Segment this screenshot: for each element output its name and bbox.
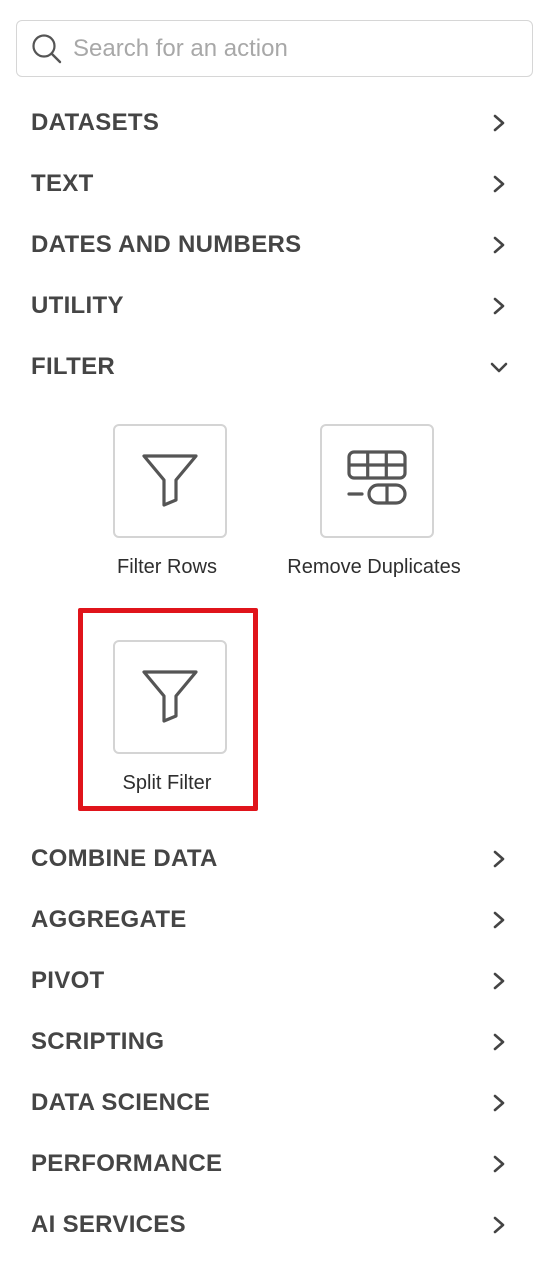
remove-duplicates-button[interactable]: [320, 424, 434, 538]
category-label: PIVOT: [31, 967, 105, 994]
chevron-right-icon: [489, 971, 509, 991]
remove-duplicates-label: Remove Duplicates: [287, 556, 461, 578]
funnel-icon: [139, 450, 201, 513]
category-label: UTILITY: [31, 292, 124, 319]
search-icon: [30, 32, 64, 66]
chevron-down-icon: [489, 357, 509, 377]
category-pivot[interactable]: PIVOT: [31, 957, 511, 1005]
chevron-right-icon: [489, 113, 509, 133]
category-filter[interactable]: FILTER: [31, 343, 511, 391]
category-combine-data[interactable]: COMBINE DATA: [31, 835, 511, 883]
search-box[interactable]: [16, 20, 533, 77]
category-label: AGGREGATE: [31, 906, 187, 933]
category-performance[interactable]: PERFORMANCE: [31, 1140, 511, 1188]
remove-duplicates-icon: [345, 448, 409, 515]
chevron-right-icon: [489, 174, 509, 194]
funnel-icon: [139, 666, 201, 729]
category-text[interactable]: TEXT: [31, 160, 511, 208]
category-data-science[interactable]: DATA SCIENCE: [31, 1079, 511, 1127]
category-aggregate[interactable]: AGGREGATE: [31, 896, 511, 944]
category-label: DATES AND NUMBERS: [31, 231, 302, 258]
category-label: PERFORMANCE: [31, 1150, 223, 1177]
filter-rows-label: Filter Rows: [116, 556, 217, 578]
category-scripting[interactable]: SCRIPTING: [31, 1018, 511, 1066]
chevron-right-icon: [489, 1093, 509, 1113]
category-label: DATA SCIENCE: [31, 1089, 211, 1116]
category-label: TEXT: [31, 170, 94, 197]
category-label: SCRIPTING: [31, 1028, 165, 1055]
chevron-right-icon: [489, 296, 509, 316]
chevron-right-icon: [489, 849, 509, 869]
chevron-right-icon: [489, 910, 509, 930]
split-filter-button[interactable]: [113, 640, 227, 754]
category-label: FILTER: [31, 353, 116, 380]
actions-panel: DATASETS TEXT DATES AND NUMBERS UTILITY …: [0, 0, 548, 1272]
category-ai-services[interactable]: AI SERVICES: [31, 1201, 511, 1249]
filter-rows-button[interactable]: [113, 424, 227, 538]
chevron-right-icon: [489, 1215, 509, 1235]
search-input[interactable]: [73, 28, 503, 69]
category-label: AI SERVICES: [31, 1211, 186, 1238]
category-datasets[interactable]: DATASETS: [31, 99, 511, 147]
chevron-right-icon: [489, 1154, 509, 1174]
category-utility[interactable]: UTILITY: [31, 282, 511, 330]
category-dates-and-numbers[interactable]: DATES AND NUMBERS: [31, 221, 511, 269]
chevron-right-icon: [489, 1032, 509, 1052]
split-filter-label: Split Filter: [122, 772, 212, 794]
chevron-right-icon: [489, 235, 509, 255]
category-label: COMBINE DATA: [31, 845, 218, 872]
category-label: DATASETS: [31, 109, 160, 136]
